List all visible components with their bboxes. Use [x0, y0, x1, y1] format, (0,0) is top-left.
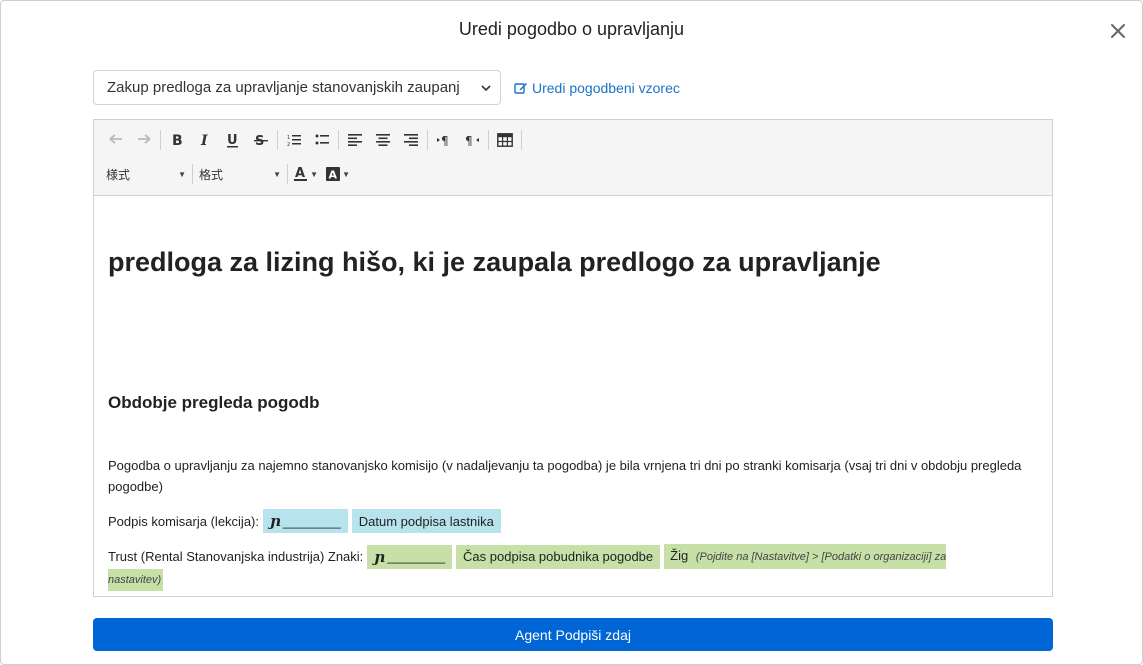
contract-paragraph: Pogodba o upravljanju za najemno stanova… — [108, 458, 1022, 494]
text-color-icon: A — [294, 166, 307, 181]
ordered-list-icon: 12 — [287, 135, 301, 147]
toolbar-separator — [192, 164, 193, 184]
toolbar-separator — [521, 130, 522, 150]
insert-table-button[interactable] — [491, 128, 519, 152]
style-dropdown-label: 様式 — [106, 167, 131, 182]
editor-content[interactable]: predloga za lizing hišo, ki je zaupala p… — [94, 197, 1052, 596]
toolbar-separator — [338, 130, 339, 150]
commissioner-signature-label: Podpis komisarja (lekcija): — [108, 513, 259, 529]
svg-text:1: 1 — [287, 135, 290, 141]
italic-icon: I — [200, 133, 208, 147]
toolbar-row-2: 様式 ▼ 格式 ▼ A ▼ A ▼ — [102, 162, 354, 186]
ordered-list-button[interactable]: 12 — [280, 128, 308, 152]
svg-text:¶: ¶ — [465, 134, 473, 146]
svg-text:¶: ¶ — [441, 134, 449, 146]
redo-button[interactable] — [130, 128, 158, 152]
svg-text:2: 2 — [287, 142, 290, 147]
underline-button[interactable]: U — [219, 128, 247, 152]
ltr-button[interactable]: ¶ — [430, 128, 458, 152]
table-icon — [497, 133, 513, 147]
edit-contract-template-link[interactable]: Uredi pogodbeni vzorec — [514, 80, 680, 96]
commissioner-signature-line: Podpis komisarja (lekcija): ɲ ________ D… — [108, 509, 505, 533]
chevron-down-icon: ▼ — [310, 169, 318, 179]
close-icon — [1111, 24, 1125, 38]
toolbar-row-1: B I U S 12 ¶ ¶ — [102, 128, 524, 152]
align-left-icon — [348, 134, 362, 146]
chevron-down-icon — [481, 85, 491, 92]
undo-button[interactable] — [102, 128, 130, 152]
align-center-button[interactable] — [369, 128, 397, 152]
background-color-button[interactable]: A ▼ — [322, 162, 354, 186]
rtl-icon: ¶ — [465, 134, 479, 146]
bullet-list-icon — [315, 134, 329, 145]
bold-button[interactable]: B — [163, 128, 191, 152]
align-left-button[interactable] — [341, 128, 369, 152]
seal-field[interactable]: Žig (Pojdite na [Nastavitve] > [Podatki … — [664, 544, 947, 569]
initiator-sign-time-field[interactable]: Čas podpisa pobudnika pogodbe — [456, 544, 661, 569]
toolbar-separator — [160, 130, 161, 150]
trust-signature-label: Trust (Rental Stanovanjska industrija) Z… — [108, 549, 364, 564]
strikethrough-icon: S — [254, 134, 268, 147]
background-color-icon: A — [326, 167, 340, 181]
toolbar-separator — [277, 130, 278, 150]
rich-text-editor: B I U S 12 ¶ ¶ 様式 ▼ 格式 ▼ A ▼ A ▼ predlog… — [93, 119, 1053, 597]
toolbar-separator — [488, 130, 489, 150]
seal-label: Žig — [670, 548, 689, 563]
commissioner-signature-field[interactable]: ɲ ________ — [263, 509, 348, 533]
document-title: predloga za lizing hišo, ki je zaupala p… — [108, 247, 881, 277]
bold-icon: B — [172, 133, 183, 147]
signature-icon: ɲ — [270, 512, 281, 530]
contract-template-select[interactable]: Zakup predloga za upravljanje stanovanjs… — [93, 70, 501, 105]
signature-blank: ________ — [387, 549, 446, 564]
template-select-value: Zakup predloga za upravljanje stanovanjs… — [107, 79, 460, 96]
align-center-icon — [376, 134, 390, 146]
svg-text:A: A — [295, 166, 305, 181]
chevron-down-icon: ▼ — [342, 169, 350, 179]
rtl-button[interactable]: ¶ — [458, 128, 486, 152]
format-dropdown-label: 格式 — [199, 167, 224, 182]
owner-sign-date-field[interactable]: Datum podpisa lastnika — [351, 509, 501, 533]
align-right-icon — [404, 134, 418, 146]
modal-title: Uredi pogodbo o upravljanju — [458, 19, 685, 39]
chevron-down-icon: ▼ — [273, 169, 281, 179]
toolbar-separator — [427, 130, 428, 150]
underline-icon: U — [227, 133, 238, 148]
seal-note: (Pojdite na [Nastavitve] > [Podatki o or… — [695, 551, 947, 563]
style-dropdown[interactable]: 様式 ▼ — [102, 162, 190, 186]
italic-button[interactable]: I — [191, 128, 219, 152]
edit-icon — [514, 83, 527, 94]
chevron-down-icon: ▼ — [178, 169, 186, 179]
text-color-button[interactable]: A ▼ — [290, 162, 322, 186]
agent-sign-now-button[interactable]: Agent Podpiši zdaj — [93, 618, 1053, 651]
section-heading: Obdobje pregleda pogodb — [108, 393, 320, 412]
undo-icon — [109, 134, 122, 144]
redo-icon — [138, 134, 151, 144]
close-button[interactable] — [1106, 19, 1130, 43]
svg-text:I: I — [200, 133, 208, 147]
bullet-list-button[interactable] — [308, 128, 336, 152]
format-dropdown[interactable]: 格式 ▼ — [195, 162, 285, 186]
edit-template-label: Uredi pogodbeni vzorec — [532, 80, 680, 96]
toolbar-separator — [287, 164, 288, 184]
trust-signature-field[interactable]: ɲ ________ — [367, 544, 453, 569]
seal-note-continuation: nastavitev) — [108, 569, 164, 591]
ltr-icon: ¶ — [437, 134, 449, 146]
svg-text:B: B — [172, 133, 183, 147]
edit-contract-modal: Uredi pogodbo o upravljanju Zakup predlo… — [0, 0, 1143, 665]
editor-toolbar: B I U S 12 ¶ ¶ 様式 ▼ 格式 ▼ A ▼ A ▼ — [94, 120, 1052, 196]
strikethrough-button[interactable]: S — [247, 128, 275, 152]
signature-icon: ɲ — [374, 547, 386, 566]
trust-signature-line: Trust (Rental Stanovanjska industrija) Z… — [108, 544, 1038, 569]
svg-text:A: A — [329, 169, 338, 182]
signature-blank: ________ — [282, 513, 341, 529]
svg-text:U: U — [227, 133, 238, 148]
align-right-button[interactable] — [397, 128, 425, 152]
